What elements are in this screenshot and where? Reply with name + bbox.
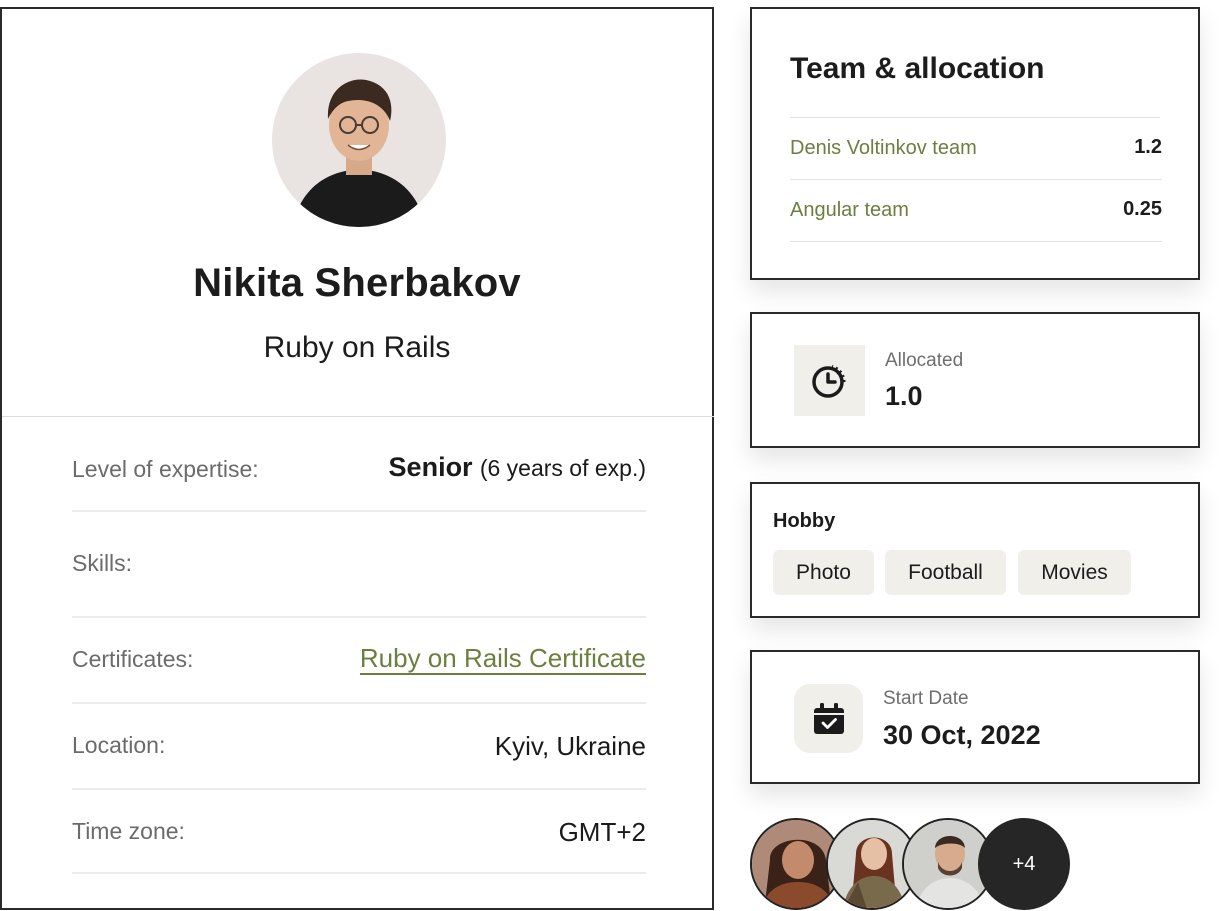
profile-card: Nikita Sherbakov Ruby on Rails Level of …	[0, 7, 714, 910]
hobby-chip[interactable]: Photo	[773, 550, 874, 595]
detail-label: Level of expertise:	[72, 456, 259, 482]
detail-label: Skills:	[72, 550, 133, 576]
team-row: Angular team 0.25	[790, 180, 1162, 242]
expertise-level: Senior	[388, 452, 473, 482]
hobby-card: Hobby Photo Football Movies	[750, 482, 1200, 618]
profile-name: Nikita Sherbakov	[193, 261, 521, 305]
detail-row-location: Location: Kyiv, Ukraine	[72, 704, 646, 790]
start-date-value: 30 Oct, 2022	[883, 720, 1041, 750]
team-allocation-title: Team & allocation	[790, 52, 1045, 85]
location-value: Kyiv, Ukraine	[494, 731, 646, 761]
hobby-chip[interactable]: Football	[885, 550, 1006, 595]
team-row: Denis Voltinkov team 1.2	[790, 118, 1162, 180]
profile-avatar	[272, 53, 446, 227]
clock-icon	[794, 345, 865, 416]
start-date-card: Start Date 30 Oct, 2022	[750, 650, 1200, 784]
team-allocation-card: Team & allocation Denis Voltinkov team 1…	[750, 7, 1200, 280]
team-name-link[interactable]: Angular team	[790, 199, 909, 222]
certificate-link[interactable]: Ruby on Rails Certificate	[359, 643, 646, 675]
experience-years: (6 years of exp.)	[479, 455, 646, 481]
detail-row-timezone: Time zone: GMT+2	[72, 790, 646, 874]
detail-row-expertise: Level of expertise: Senior (6 years of e…	[72, 444, 646, 512]
team-name-link[interactable]: Denis Voltinkov team	[790, 137, 977, 160]
allocated-card: Allocated 1.0	[750, 312, 1200, 448]
detail-row-certificates: Certificates: Ruby on Rails Certificate	[72, 618, 646, 704]
hobby-title: Hobby	[773, 510, 836, 532]
team-allocation-value: 1.2	[1134, 136, 1162, 158]
team-allocation-value: 0.25	[1123, 198, 1162, 220]
detail-row-skills: Skills:	[72, 512, 646, 618]
profile-role: Ruby on Rails	[263, 331, 451, 364]
start-date-label: Start Date	[883, 688, 969, 709]
timezone-value: GMT+2	[558, 817, 646, 847]
expertise-value: Senior (6 years of exp.)	[389, 452, 646, 483]
detail-label: Time zone:	[72, 818, 185, 844]
allocated-value: 1.0	[885, 381, 923, 411]
detail-label: Location:	[72, 732, 166, 758]
hobby-chip[interactable]: Movies	[1018, 550, 1131, 595]
allocated-label: Allocated	[885, 350, 964, 371]
profile-divider	[2, 416, 714, 417]
calendar-check-icon	[794, 684, 863, 753]
more-members-badge[interactable]: +4	[978, 818, 1070, 910]
detail-label: Certificates:	[72, 646, 194, 672]
